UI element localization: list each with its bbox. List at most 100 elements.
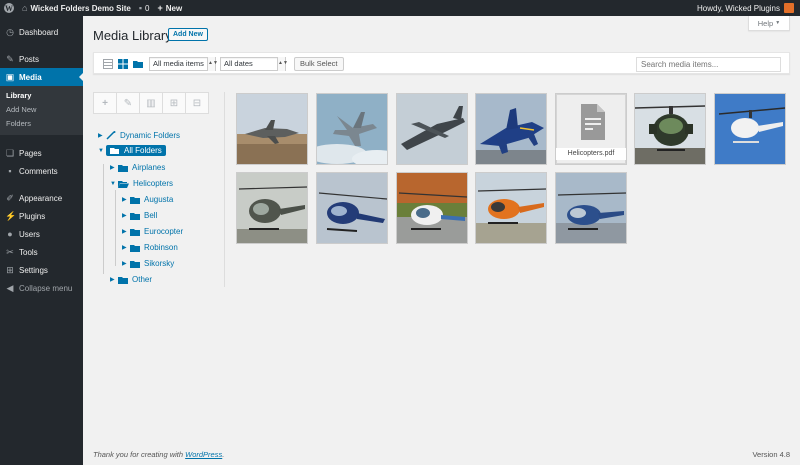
home-icon: ⌂ [22,3,28,13]
collapse-menu-button[interactable]: ◀ Collapse menu [0,279,83,297]
folder-helicopters[interactable]: ▼ Helicopters [110,177,173,190]
howdy-text: Howdy, Wicked Plugins [697,3,780,13]
folder-dynamic[interactable]: ▶ Dynamic Folders [98,129,180,142]
sidebar-item-label: Pages [19,148,42,158]
bulk-select-button[interactable]: Bulk Select [294,57,344,71]
media-item-helicopter-grey[interactable] [236,172,308,244]
pane-divider[interactable] [224,92,225,287]
caret-right-icon: ▶ [122,261,127,267]
pencil-icon: ✎ [123,97,133,109]
helicopter-photo [635,94,705,164]
folder-bell[interactable]: ▶ Bell [122,209,157,222]
sidebar-item-users[interactable]: ● Users [0,225,83,243]
sidebar-item-label: Appearance [19,193,63,203]
folder-sikorsky[interactable]: ▶ Sikorsky [122,257,174,270]
media-item-jet-fighter-clouds[interactable] [316,93,388,165]
select-arrows-icon: ▲▼ [207,57,218,71]
folder-label: Dynamic Folders [120,131,181,140]
media-item-document[interactable]: Helicopters.pdf [555,93,627,165]
date-filter[interactable]: All dates ▲▼ [220,57,288,71]
document-filename: Helicopters.pdf [556,148,626,160]
sidebar-item-tools[interactable]: ✂ Tools [0,243,83,261]
media-item-jet-fighter-blue[interactable] [475,93,547,165]
caret-down-icon: ▼ [110,180,116,187]
media-item-helicopter-blue-ground[interactable] [555,172,627,244]
sidebar-item-label: Comments [19,166,58,176]
my-account-link[interactable]: Howdy, Wicked Plugins [697,3,800,13]
media-item-helicopter-front[interactable] [634,93,706,165]
sidebar-item-label: Tools [19,247,38,257]
wordpress-logo-button[interactable]: W [0,0,18,16]
folder-robinson[interactable]: ▶ Robinson [122,241,178,254]
folder-open-icon [110,147,120,155]
media-item-cargo-plane[interactable] [396,93,468,165]
add-folder-button[interactable]: + [93,92,117,114]
folder-all-label: All Folders [106,145,166,156]
folder-other[interactable]: ▶ Other [110,273,152,286]
help-tab-button[interactable]: Help ▼ [748,16,790,31]
media-item-helicopter-orange[interactable] [475,172,547,244]
expand-all-button[interactable]: ⊞ [162,92,186,114]
sidebar-item-label: Settings [19,265,48,275]
sidebar-item-label: Media [19,72,42,82]
media-toolbar: All media items ▲▼ All dates ▲▼ Bulk Sel… [93,52,790,74]
folder-label: Other [132,275,153,284]
media-type-filter[interactable]: All media items ▲▼ [149,57,218,71]
folder-eurocopter[interactable]: ▶ Eurocopter [122,225,183,238]
comments-link[interactable]: ▪ 0 [135,0,154,16]
collapse-icon: ◀ [6,282,14,293]
site-name-link[interactable]: ⌂ Wicked Folders Demo Site [18,0,135,16]
admin-sidebar: ◷ Dashboard ✎ Posts ▣ Media Library Add … [0,16,83,465]
media-item-helicopter-white-ground[interactable] [396,172,468,244]
folder-all[interactable]: ▼ All Folders [98,144,166,157]
sidebar-item-media[interactable]: ▣ Media [0,68,83,86]
add-new-button[interactable]: Add New [168,28,208,41]
plus-icon: + [102,97,108,109]
sidebar-item-comments[interactable]: ▪ Comments [0,162,83,180]
edit-folder-button[interactable]: ✎ [116,92,140,114]
folder-label: All Folders [124,146,162,155]
sidebar-item-plugins[interactable]: ⚡ Plugins [0,207,83,225]
collapse-all-button[interactable]: ⊟ [185,92,209,114]
tree-guide [103,164,104,274]
search-input[interactable] [636,57,781,72]
wordpress-link[interactable]: WordPress [185,450,222,459]
new-content-link[interactable]: + New [154,0,187,16]
sidebar-item-dashboard[interactable]: ◷ Dashboard [0,23,83,41]
list-view-icon[interactable] [103,59,113,69]
folder-icon [118,164,128,172]
admin-bar: W ⌂ Wicked Folders Demo Site ▪ 0 + New H… [0,0,800,16]
submenu-folders[interactable]: Folders [0,117,83,131]
media-type-filter-value: All media items [153,59,204,68]
sidebar-item-label: Users [19,229,40,239]
sidebar-item-settings[interactable]: ⊞ Settings [0,261,83,279]
media-icon: ▣ [5,71,15,82]
delete-folder-button[interactable]: ▥ [139,92,163,114]
sidebar-item-label: Posts [19,54,40,64]
expand-icon: ⊞ [169,97,179,109]
grid-view-icon[interactable] [118,59,128,69]
submenu-add-new[interactable]: Add New [0,103,83,117]
folder-view-icon[interactable] [133,59,143,69]
dashboard-icon: ◷ [6,26,14,37]
folder-airplanes[interactable]: ▶ Airplanes [110,161,165,174]
sidebar-item-posts[interactable]: ✎ Posts [0,50,83,68]
folder-label: Sikorsky [144,259,175,268]
folder-label: Augusta [144,195,174,204]
media-item-jet-fighter-desert[interactable] [236,93,308,165]
folder-augusta[interactable]: ▶ Augusta [122,193,173,206]
submenu-library[interactable]: Library [0,89,83,103]
media-item-helicopter-blue[interactable] [316,172,388,244]
folder-toolbar: + ✎ ▥ ⊞ ⊟ [93,92,213,114]
footer-period: . [222,450,225,459]
media-item-helicopter-white-sky[interactable] [714,93,786,165]
folder-icon [130,196,140,204]
collapse-icon: ⊟ [192,97,202,109]
jet-photo [317,94,387,164]
users-icon: ● [7,229,13,239]
sidebar-item-appearance[interactable]: ✐ Appearance [0,189,83,207]
jet-photo [237,94,307,164]
sidebar-item-pages[interactable]: ❏ Pages [0,144,83,162]
trash-icon: ▥ [146,97,156,109]
site-name: Wicked Folders Demo Site [30,3,131,13]
